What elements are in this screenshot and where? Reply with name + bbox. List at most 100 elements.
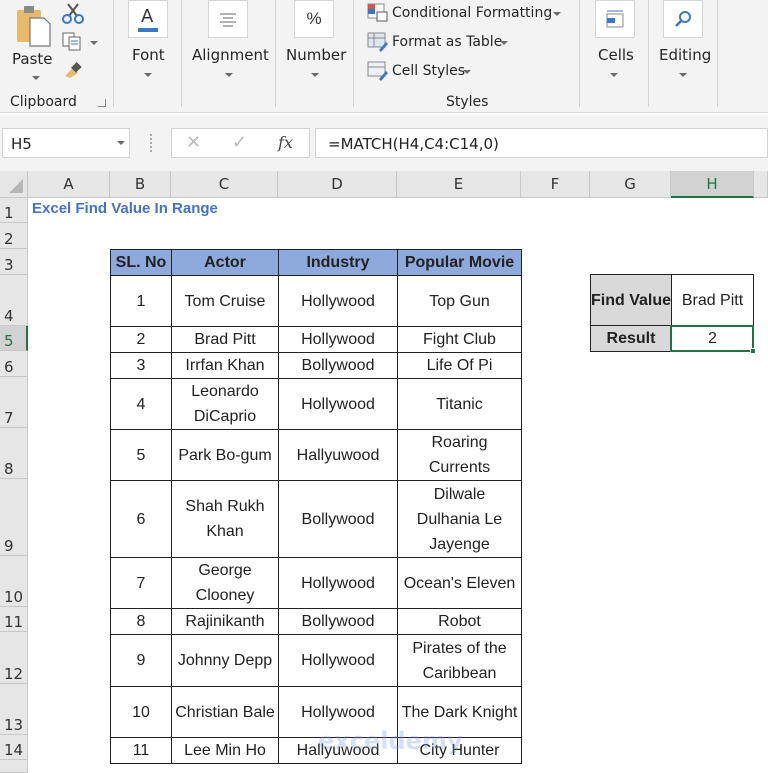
alignment-button[interactable]: Alignment <box>186 0 274 90</box>
cell-industry[interactable]: Hollywood <box>278 557 398 609</box>
font-color-icon: A <box>138 6 158 32</box>
column-header-c[interactable]: C <box>171 171 278 198</box>
cell-industry[interactable]: Hollywood <box>278 634 398 687</box>
row-header-1[interactable]: 1 <box>0 198 28 223</box>
row-header-11[interactable]: 11 <box>0 607 28 632</box>
chevron-down-icon[interactable] <box>117 141 125 145</box>
row-header-8[interactable]: 8 <box>0 428 28 479</box>
cell-actor[interactable]: Brad Pitt <box>171 326 279 353</box>
copy-icon[interactable] <box>62 32 84 52</box>
cells-button[interactable]: Cells <box>592 0 638 90</box>
cut-icon[interactable] <box>62 2 84 24</box>
ribbon-separator <box>717 0 718 107</box>
cell-industry[interactable]: Hollywood <box>278 326 398 353</box>
column-header-i[interactable] <box>754 171 768 198</box>
format-painter-icon[interactable] <box>62 60 84 80</box>
cell-movie[interactable]: Roaring Currents <box>397 429 522 481</box>
paste-button[interactable]: Paste <box>8 2 58 92</box>
format-as-table-button[interactable]: Format as Table <box>367 32 517 54</box>
header-sl-no[interactable]: SL. No <box>110 249 172 276</box>
cell-actor[interactable]: Christian Bale <box>171 686 279 738</box>
font-button[interactable]: A Font <box>120 0 178 90</box>
cell-actor[interactable]: George Clooney <box>171 557 279 609</box>
cell-sl-no[interactable]: 10 <box>110 686 172 738</box>
cell-sl-no[interactable]: 9 <box>110 634 172 687</box>
column-header-h[interactable]: H <box>671 171 754 198</box>
cell-sl-no[interactable]: 7 <box>110 557 172 609</box>
cell-industry[interactable]: Bollywood <box>278 352 398 379</box>
cell-movie[interactable]: Robot <box>397 608 522 635</box>
cell-sl-no[interactable]: 1 <box>110 275 172 327</box>
cell-actor[interactable]: Tom Cruise <box>171 275 279 327</box>
cell-movie[interactable]: Dilwale Dulhania Le Jayenge <box>397 480 522 558</box>
clipboard-launcher-icon[interactable] <box>98 99 106 107</box>
cell-industry[interactable]: Hallyuwood <box>278 429 398 481</box>
cell-actor[interactable]: Park Bo-gum <box>171 429 279 481</box>
cell-sl-no[interactable]: 2 <box>110 326 172 353</box>
header-actor[interactable]: Actor <box>171 249 279 276</box>
find-value-label[interactable]: Find Value <box>590 274 672 326</box>
cancel-icon[interactable]: ✕ <box>186 132 201 153</box>
cell-industry[interactable]: Bollywood <box>278 480 398 558</box>
conditional-formatting-button[interactable]: Conditional Formatting <box>367 3 567 25</box>
table-row: 2 Brad Pitt Hollywood Fight Club <box>110 326 522 353</box>
find-value-cell[interactable]: Brad Pitt <box>671 274 754 326</box>
insert-function-icon[interactable]: fx <box>278 133 293 152</box>
cell-actor[interactable]: Lee Min Ho <box>171 737 279 764</box>
cell-movie[interactable]: Titanic <box>397 378 522 430</box>
cell-actor[interactable]: Irrfan Khan <box>171 352 279 379</box>
cell-sl-no[interactable]: 4 <box>110 378 172 430</box>
enter-icon[interactable]: ✓ <box>232 132 247 153</box>
formula-bar-grip[interactable] <box>150 134 153 152</box>
row-header-7[interactable]: 7 <box>0 377 28 428</box>
cell-sl-no[interactable]: 5 <box>110 429 172 481</box>
paste-icon <box>17 6 51 47</box>
result-label[interactable]: Result <box>590 325 672 352</box>
row-header-6[interactable]: 6 <box>0 351 28 377</box>
cell-movie[interactable]: Top Gun <box>397 275 522 327</box>
column-header-g[interactable]: G <box>590 171 671 198</box>
row-header-15[interactable] <box>0 760 28 773</box>
cell-sl-no[interactable]: 3 <box>110 352 172 379</box>
sheet-title[interactable]: Excel Find Value In Range <box>32 200 218 217</box>
row-header-2[interactable]: 2 <box>0 223 28 249</box>
editing-button[interactable]: Editing <box>655 0 713 90</box>
cell-sl-no[interactable]: 11 <box>110 737 172 764</box>
row-header-12[interactable]: 12 <box>0 632 28 684</box>
select-all-button[interactable] <box>0 171 28 198</box>
column-header-e[interactable]: E <box>397 171 521 198</box>
cell-styles-button[interactable]: Cell Styles <box>367 61 477 83</box>
row-header-9[interactable]: 9 <box>0 479 28 556</box>
row-header-5[interactable]: 5 <box>0 326 28 351</box>
copy-dropdown-icon[interactable] <box>90 41 98 45</box>
fill-handle[interactable] <box>750 348 756 354</box>
cell-sl-no[interactable]: 8 <box>110 608 172 635</box>
cell-movie[interactable]: Pirates of the Caribbean <box>397 634 522 687</box>
cell-actor[interactable]: Shah Rukh Khan <box>171 480 279 558</box>
column-header-a[interactable]: A <box>28 171 110 198</box>
cell-movie[interactable]: Life Of Pi <box>397 352 522 379</box>
header-industry[interactable]: Industry <box>278 249 398 276</box>
formula-input[interactable]: =MATCH(H4,C4:C14,0) <box>315 128 768 158</box>
cell-actor[interactable]: Leonardo DiCaprio <box>171 378 279 430</box>
cell-industry[interactable]: Hollywood <box>278 378 398 430</box>
format-as-table-icon <box>367 32 388 52</box>
column-header-d[interactable]: D <box>278 171 397 198</box>
cell-actor[interactable]: Johnny Depp <box>171 634 279 687</box>
column-header-f[interactable]: F <box>521 171 590 198</box>
name-box[interactable]: H5 <box>2 128 130 158</box>
row-header-13[interactable]: 13 <box>0 684 28 735</box>
cell-movie[interactable]: Ocean's Eleven <box>397 557 522 609</box>
cell-actor[interactable]: Rajinikanth <box>171 608 279 635</box>
header-popular-movie[interactable]: Popular Movie <box>397 249 522 276</box>
cell-industry[interactable]: Bollywood <box>278 608 398 635</box>
row-header-3[interactable]: 3 <box>0 249 28 275</box>
cell-sl-no[interactable]: 6 <box>110 480 172 558</box>
cell-industry[interactable]: Hollywood <box>278 275 398 327</box>
row-header-4[interactable]: 4 <box>0 275 28 326</box>
column-header-b[interactable]: B <box>110 171 171 198</box>
row-header-10[interactable]: 10 <box>0 556 28 607</box>
cell-movie[interactable]: Fight Club <box>397 326 522 353</box>
number-button[interactable]: % Number <box>280 0 350 90</box>
row-header-14[interactable]: 14 <box>0 735 28 760</box>
